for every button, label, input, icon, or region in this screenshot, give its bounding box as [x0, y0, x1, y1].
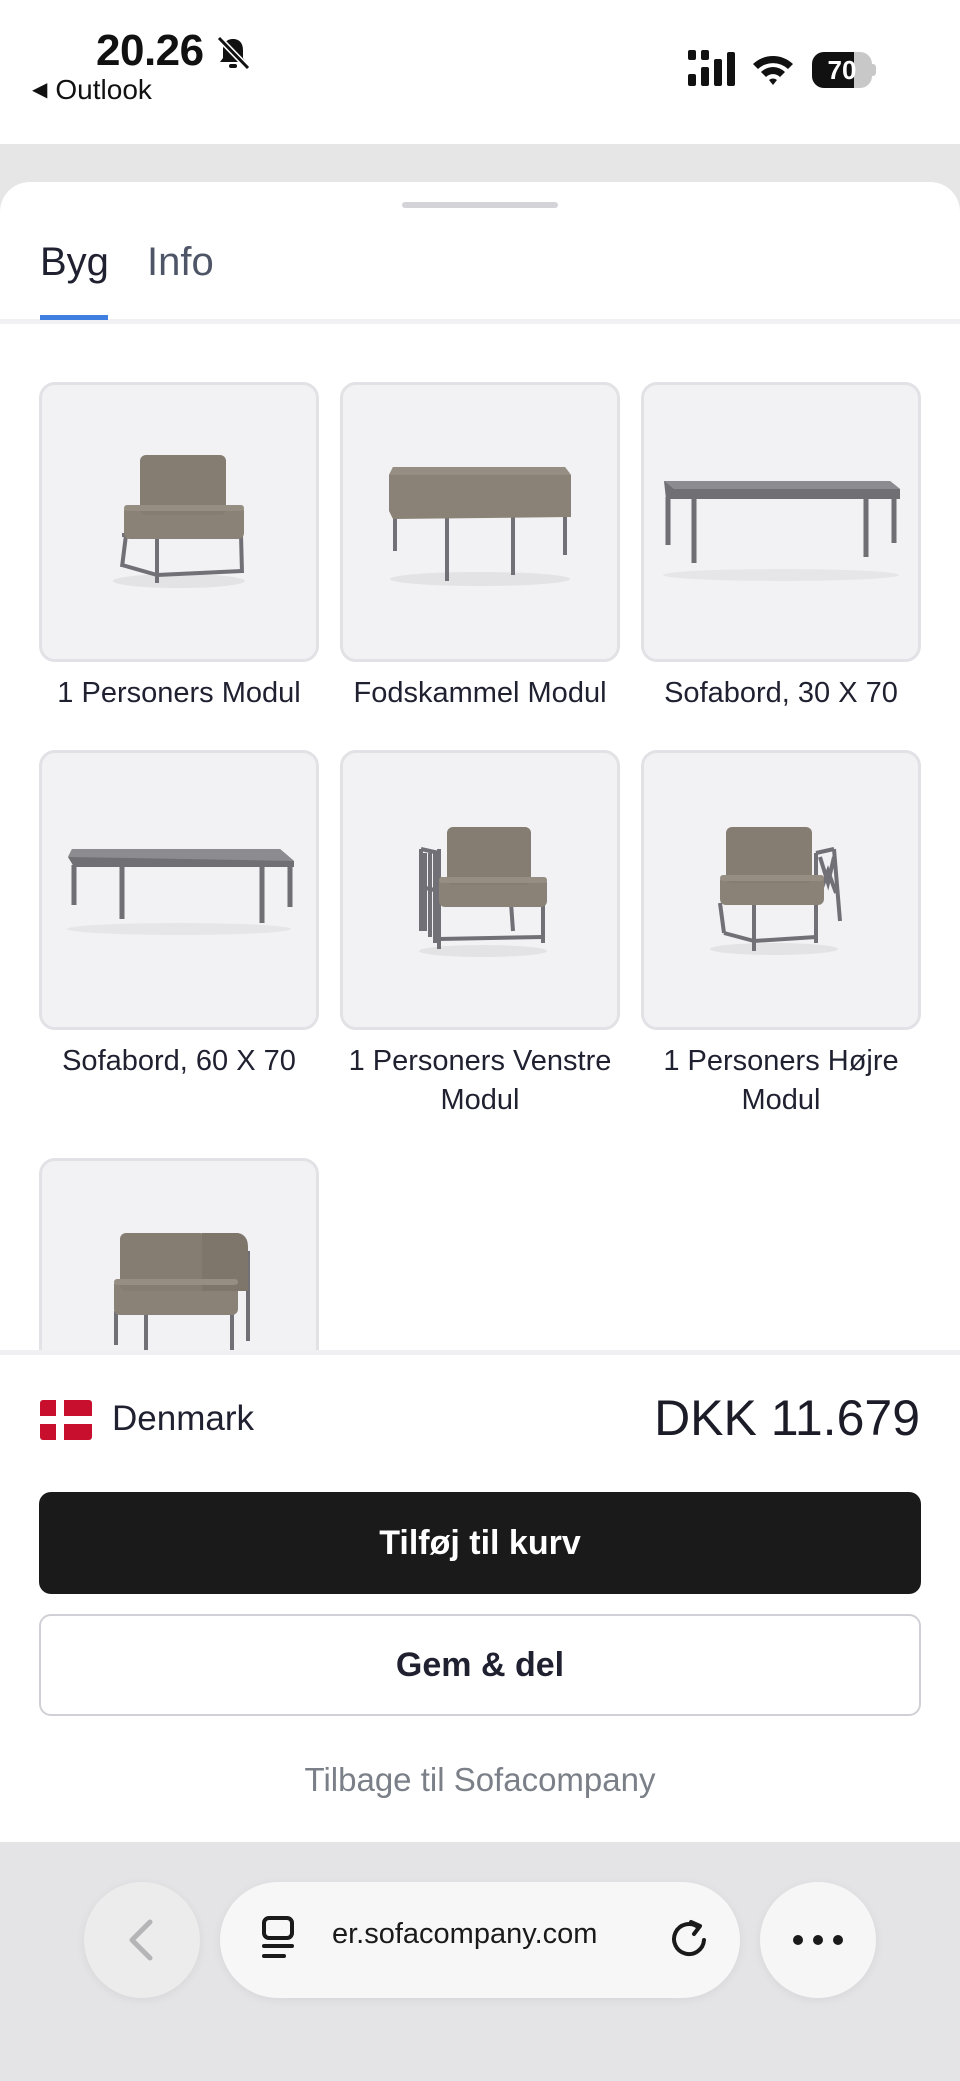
battery-percent: 70	[827, 55, 857, 85]
product-image	[39, 382, 319, 662]
browser-back-button[interactable]	[84, 1882, 200, 1998]
product-card[interactable]: Sofabord, 60 X 70	[39, 750, 319, 1081]
configurator-sheet: Byg Info 1 Personers Modul Fodskammel Mo…	[0, 182, 960, 1842]
save-share-button[interactable]: Gem & del	[39, 1614, 921, 1716]
bell-slash-icon	[216, 35, 251, 71]
clock: 20.26	[96, 26, 204, 75]
product-card[interactable]: 1 Personers Venstre Modul	[340, 750, 620, 1120]
product-image	[340, 750, 620, 1030]
product-label: Sofabord, 60 X 70	[62, 1045, 296, 1077]
active-tab-indicator	[40, 315, 108, 320]
add-to-cart-button[interactable]: Tilføj til kurv	[39, 1492, 921, 1594]
left-arm-chair-image	[419, 827, 547, 957]
address-bar[interactable]: er.sofacompany.com	[220, 1882, 740, 1998]
cellular-signal-icon	[688, 50, 735, 86]
back-to-app-link[interactable]: ◀ Outlook	[32, 74, 152, 106]
product-image	[39, 750, 319, 1030]
url-text: er.sofacompany.com	[332, 1918, 598, 1950]
product-label: 1 Personers Højre Modul	[663, 1045, 899, 1116]
chevron-left-icon	[129, 1919, 153, 1961]
product-image	[641, 382, 921, 662]
product-grid: 1 Personers Modul Fodskammel Modul Sofab…	[0, 326, 960, 1350]
ottoman-image	[389, 467, 571, 586]
back-triangle-icon: ◀	[32, 79, 48, 101]
product-image	[340, 382, 620, 662]
battery-icon: 70	[812, 52, 876, 88]
wifi-icon	[753, 56, 793, 85]
back-app-label: Outlook	[55, 74, 152, 105]
denmark-flag-icon[interactable]	[40, 1400, 92, 1440]
coffee-table-long-image	[663, 481, 900, 581]
product-label: 1 Personers Modul	[57, 677, 301, 709]
reload-icon	[672, 1920, 706, 1957]
right-arm-chair-image	[710, 827, 842, 955]
product-image	[641, 750, 921, 1030]
tab-byg[interactable]: Byg	[40, 240, 109, 285]
product-image	[39, 1158, 319, 1350]
product-label: Sofabord, 30 X 70	[664, 677, 898, 709]
ellipsis-icon	[793, 1935, 843, 1945]
checkout-panel: Denmark DKK 11.679 Tilføj til kurv Gem &…	[0, 1350, 960, 1842]
product-label: Fodskammel Modul	[353, 677, 607, 709]
product-card[interactable]: Fodskammel Modul	[340, 382, 620, 713]
country-selector[interactable]: Denmark	[112, 1399, 254, 1439]
corner-module-image	[114, 1233, 250, 1350]
product-card[interactable]: 1 Personers Modul	[39, 382, 319, 713]
tab-bar: Byg Info	[0, 234, 960, 324]
lounge-chair-image	[113, 455, 245, 588]
status-bar: 20.26 ◀ Outlook 70	[0, 0, 960, 144]
coffee-table-square-image	[67, 849, 294, 935]
total-price: DKK 11.679	[654, 1390, 920, 1446]
product-card[interactable]	[39, 1158, 319, 1350]
product-label: 1 Personers Venstre Modul	[348, 1045, 612, 1116]
reader-tabs-icon	[262, 1916, 294, 1958]
back-to-sofacompany-link[interactable]: Tilbage til Sofacompany	[0, 1761, 960, 1799]
browser-toolbar: er.sofacompany.com	[0, 1842, 960, 2081]
product-card[interactable]: 1 Personers Højre Modul	[641, 750, 921, 1120]
tab-info[interactable]: Info	[147, 240, 214, 285]
product-card[interactable]: Sofabord, 30 X 70	[641, 382, 921, 713]
sheet-grabber[interactable]	[402, 202, 558, 208]
more-options-button[interactable]	[760, 1882, 876, 1998]
